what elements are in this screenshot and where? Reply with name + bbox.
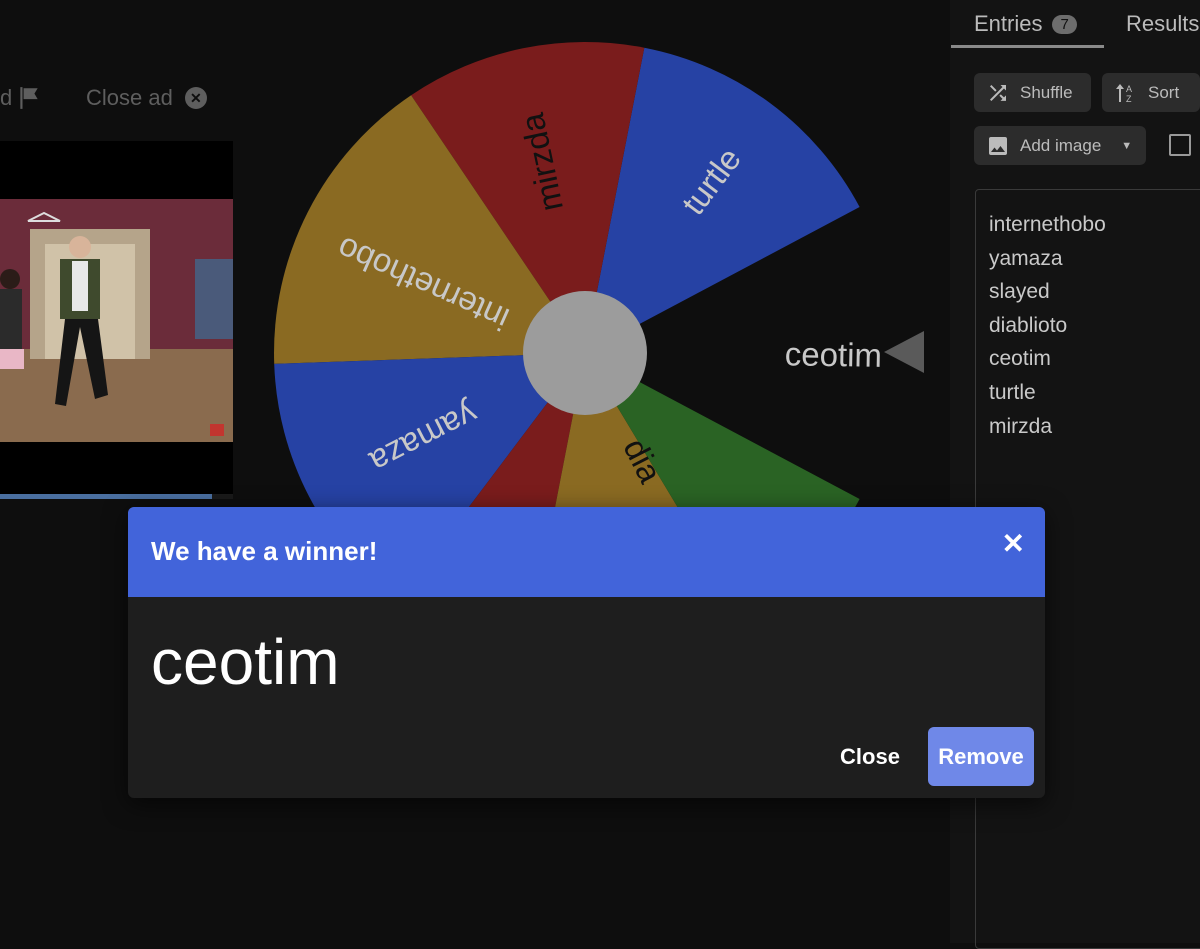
- entry-line: internethobo: [989, 213, 1106, 236]
- svg-text:A: A: [1126, 84, 1132, 94]
- entries-count-badge: 7: [1052, 14, 1077, 34]
- wheel-label-ceotim: ceotim: [784, 335, 882, 374]
- winner-dialog-header: We have a winner! ✕: [128, 507, 1045, 597]
- tab-entries-label: Entries: [974, 11, 1043, 36]
- add-image-button[interactable]: Add image ▼: [974, 126, 1146, 165]
- tab-results[interactable]: Results: [1126, 0, 1199, 48]
- entry-line: yamaza: [989, 246, 1063, 270]
- chevron-down-icon: ▼: [1121, 139, 1133, 152]
- entry-line: mirzda: [989, 414, 1053, 438]
- entry-line: turtle: [989, 380, 1036, 404]
- svg-text:Z: Z: [1126, 94, 1132, 104]
- tab-results-label: Results: [1126, 11, 1200, 36]
- wheel-pointer-icon: [884, 331, 924, 373]
- ad-video[interactable]: [0, 141, 233, 499]
- winner-dialog: We have a winner! ✕ ceotim Close Remove: [128, 507, 1045, 798]
- winner-name: ceotim: [151, 626, 340, 698]
- sidebar-checkbox[interactable]: [1169, 134, 1191, 156]
- report-ad-link[interactable]: d: [0, 84, 42, 112]
- report-ad-text: d: [0, 85, 13, 110]
- ad-progress-fill: [0, 494, 213, 499]
- shuffle-button[interactable]: Shuffle: [974, 73, 1091, 112]
- close-circle-icon: ✕: [184, 87, 207, 109]
- sort-label: Sort: [1148, 82, 1180, 102]
- close-button[interactable]: Close: [828, 737, 912, 777]
- entry-line: diablioto: [989, 313, 1068, 337]
- remove-button[interactable]: Remove: [928, 727, 1034, 786]
- ad-scene-illustration: [0, 199, 233, 442]
- wheel-hub[interactable]: [523, 291, 647, 415]
- sort-button[interactable]: AZ Sort: [1102, 73, 1200, 112]
- flag-icon: [20, 87, 38, 109]
- dialog-title: We have a winner!: [151, 536, 378, 566]
- active-tab-indicator: [951, 45, 1104, 48]
- close-ad-button[interactable]: Close ad ✕: [86, 84, 207, 112]
- image-icon: [989, 136, 1007, 155]
- tab-entries[interactable]: Entries 7: [974, 0, 1077, 48]
- entry-line: slayed: [989, 280, 1050, 304]
- shuffle-label: Shuffle: [1020, 82, 1073, 102]
- close-ad-label: Close ad: [86, 85, 173, 110]
- ad-video-frame: [0, 199, 233, 442]
- entry-line: ceotim: [989, 347, 1051, 371]
- close-icon[interactable]: ✕: [1002, 527, 1025, 560]
- add-image-label: Add image: [1020, 135, 1102, 155]
- shuffle-icon: [990, 84, 1006, 101]
- sort-icon: AZ: [1116, 83, 1132, 104]
- ad-progress-bar: [0, 494, 233, 499]
